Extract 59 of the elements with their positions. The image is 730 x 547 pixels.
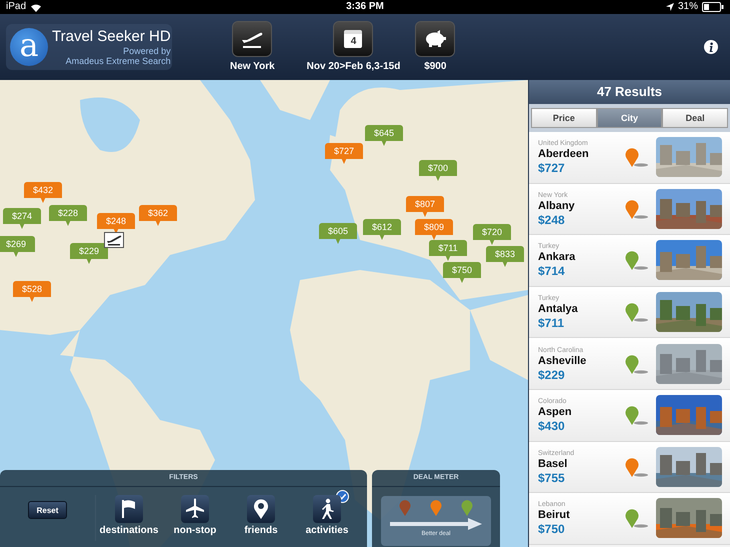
sort-tab[interactable]: Price: [531, 108, 597, 128]
price-label: $229: [538, 368, 566, 382]
sort-tab[interactable]: City: [596, 108, 662, 128]
price-label: $430: [538, 419, 566, 434]
pin-icon: [461, 500, 473, 516]
search-button[interactable]: New York: [222, 22, 283, 72]
sort-tab[interactable]: Deal: [662, 108, 728, 128]
pin-icon: [624, 249, 648, 272]
city-name: Ankara: [538, 251, 576, 264]
price-label: $750: [538, 522, 566, 536]
city-name: Asheville: [538, 354, 588, 368]
filter-label: activities: [306, 525, 348, 536]
pin-icon: [624, 507, 648, 530]
search-button[interactable]: 4 Nov 20>Feb 6,3-15d: [298, 22, 408, 72]
info-icon[interactable]: [704, 40, 718, 54]
city-name: Albany: [538, 200, 576, 213]
filter-label: non-stop: [174, 525, 216, 536]
piggy-bank-icon: [423, 30, 448, 48]
pin-icon: [624, 301, 648, 324]
filter-button[interactable]: [181, 495, 209, 523]
price-label: $248: [538, 212, 566, 227]
filter-button[interactable]: [115, 495, 143, 523]
tagline: Amadeus Extreme Search: [66, 56, 171, 66]
filter-label: destinations: [100, 525, 158, 536]
search-button[interactable]: $900: [408, 22, 462, 72]
price-label: $755: [538, 470, 566, 485]
city-name: Beirut: [538, 509, 571, 522]
pin-icon: [399, 500, 411, 516]
city-name: Basel: [538, 458, 568, 471]
price-label: $711: [538, 316, 566, 330]
battery-icon: [702, 2, 724, 12]
city-name: Antalya: [538, 303, 579, 316]
filter-button[interactable]: [247, 495, 275, 523]
pin-icon: [430, 500, 442, 516]
device-name: iPad: [6, 1, 26, 13]
results-title: 47 Results: [529, 80, 730, 104]
city-name: Aberdeen: [538, 148, 590, 162]
calendar-icon: 4: [344, 30, 362, 48]
pin-icon: [624, 352, 648, 375]
price-label: $727: [538, 161, 566, 176]
wifi-icon: [30, 2, 42, 12]
pin-icon: [624, 404, 648, 426]
battery-percent: 31%: [678, 1, 698, 13]
location-arrow-icon: [666, 3, 674, 11]
pin-icon: [624, 146, 648, 168]
pin-icon: [624, 198, 648, 220]
filter-button[interactable]: [313, 495, 341, 523]
price-label: $714: [538, 264, 566, 278]
tagline: Powered by: [123, 46, 171, 56]
arrow-icon: [390, 518, 482, 530]
reset-button[interactable]: Reset: [28, 501, 68, 519]
origin-marker-icon[interactable]: [104, 232, 124, 248]
logo: a: [10, 28, 48, 66]
clock-time: 3:36 PM: [346, 1, 384, 13]
app-title: Travel Seeker HD: [52, 28, 171, 46]
filter-label: friends: [244, 525, 278, 536]
city-name: Aspen: [538, 406, 573, 420]
pin-icon: [624, 456, 648, 478]
plane-icon: [183, 498, 207, 520]
